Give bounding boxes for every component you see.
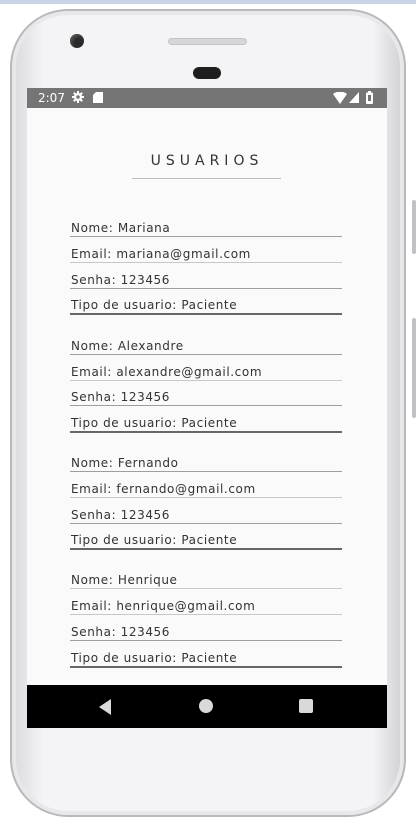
field-divider [70,471,342,472]
status-time: 2:07 [38,91,65,105]
user-email: Email: alexandre@gmail.com [71,365,263,379]
earpiece-speaker [168,38,247,45]
field-divider [70,548,342,550]
app-screen: 2:07 USUARIOS Nome: Mariana Email: maria… [27,88,387,728]
user-type-field: Tipo de usuario: Paciente [70,532,342,550]
field-divider [70,236,342,237]
wifi-icon [333,92,347,104]
navigation-bar [27,685,387,728]
title-underline [132,178,281,179]
recents-icon[interactable] [299,699,313,713]
status-bar: 2:07 [27,88,387,108]
user-type-field: Tipo de usuario: Paciente [70,297,342,315]
user-password-field: Senha: 123456 [70,389,342,406]
user-type: Tipo de usuario: Paciente [71,651,238,665]
field-divider [70,431,342,433]
top-edge [0,0,416,4]
user-password-field: Senha: 123456 [70,507,342,524]
user-email: Email: henrique@gmail.com [71,599,256,613]
power-button [412,318,416,418]
front-camera [70,34,84,48]
field-divider [70,262,342,263]
proximity-sensor [193,67,221,79]
user-password: Senha: 123456 [71,625,171,639]
user-name: Nome: Alexandre [71,339,184,353]
user-type: Tipo de usuario: Paciente [71,298,238,312]
user-name-field: Nome: Mariana [70,220,342,237]
user-password: Senha: 123456 [71,390,171,404]
home-icon[interactable] [199,699,213,713]
user-password-field: Senha: 123456 [70,272,342,289]
user-name: Nome: Mariana [71,221,171,235]
user-name: Nome: Henrique [71,573,178,587]
user-name-field: Nome: Fernando [70,455,342,472]
user-name-field: Nome: Henrique [70,572,342,589]
user-type-field: Tipo de usuario: Paciente [70,650,342,668]
field-divider [70,313,342,315]
field-divider [70,640,342,641]
field-divider [70,523,342,524]
field-divider [70,354,342,355]
user-email-field: Email: henrique@gmail.com [70,598,342,615]
signal-icon [349,92,359,103]
user-name-field: Nome: Alexandre [70,338,342,355]
user-email: Email: mariana@gmail.com [71,247,251,261]
volume-button [412,200,416,254]
field-divider [70,666,342,668]
user-type: Tipo de usuario: Paciente [71,416,238,430]
user-password: Senha: 123456 [71,508,171,522]
user-email-field: Email: fernando@gmail.com [70,481,342,498]
user-password: Senha: 123456 [71,273,171,287]
back-icon[interactable] [99,699,113,715]
field-divider [70,405,342,406]
field-divider [70,614,342,615]
gear-icon [72,91,84,103]
user-email: Email: fernando@gmail.com [71,482,256,496]
field-divider [70,288,342,289]
user-type-field: Tipo de usuario: Paciente [70,415,342,433]
user-password-field: Senha: 123456 [70,624,342,641]
user-type: Tipo de usuario: Paciente [71,533,238,547]
user-email-field: Email: alexandre@gmail.com [70,364,342,381]
page-title: USUARIOS [150,153,264,169]
field-divider [70,380,342,381]
field-divider [70,497,342,498]
battery-icon [366,91,373,104]
user-name: Nome: Fernando [71,456,179,470]
field-divider [70,588,342,589]
sd-card-icon [93,92,103,103]
user-email-field: Email: mariana@gmail.com [70,246,342,263]
